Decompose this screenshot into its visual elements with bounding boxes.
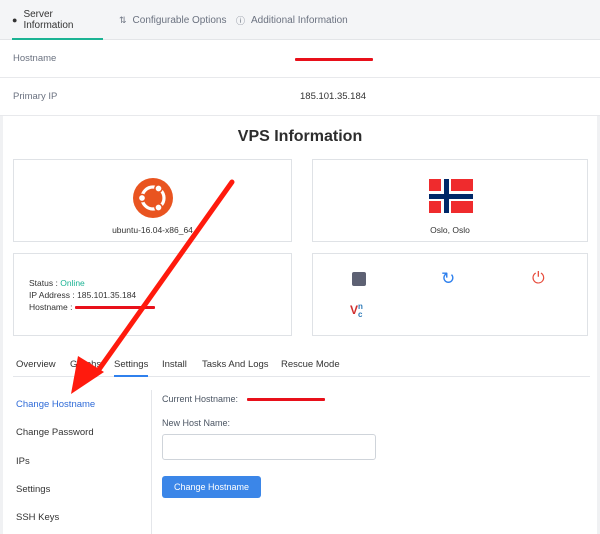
stop-icon[interactable] xyxy=(352,272,366,286)
location-card: Oslo, Oslo xyxy=(312,159,588,242)
hostname-value-redacted xyxy=(295,53,373,64)
tab-additional-information[interactable]: ⓘ Additional Information xyxy=(236,0,348,40)
tab-tasks-and-logs[interactable]: Tasks And Logs xyxy=(202,359,269,377)
tab-overview[interactable]: Overview xyxy=(16,359,56,377)
norway-flag-icon xyxy=(429,179,473,213)
ip-value: 185.101.35.184 xyxy=(77,290,137,300)
ip-label: IP Address : xyxy=(29,290,75,300)
power-icon[interactable]: ⏻ xyxy=(532,271,550,287)
actions-card: ↻ ⏻ Vn c xyxy=(312,253,588,336)
tab-settings[interactable]: Settings xyxy=(114,359,149,377)
tab-label: Server Information xyxy=(23,9,74,31)
status-card: Status : Online IP Address : 185.101.35.… xyxy=(13,253,292,336)
ubuntu-logo-icon xyxy=(133,178,173,218)
tab-graphs[interactable]: Graphs xyxy=(70,359,101,377)
hostname-label: Hostname xyxy=(13,53,57,64)
status-line: Status : Online xyxy=(29,277,155,289)
primary-ip-row: Primary IP 185.101.35.184 xyxy=(0,78,600,116)
hostname-line: Hostname : xyxy=(29,301,155,313)
status-hostname-label: Hostname : xyxy=(29,302,73,312)
location-name: Oslo, Oslo xyxy=(430,225,470,235)
change-hostname-button[interactable]: Change Hostname xyxy=(162,476,261,498)
new-host-name-label: New Host Name: xyxy=(162,418,231,428)
os-name: ubuntu-16.04-x86_64 xyxy=(112,225,193,235)
current-hostname-line: Current Hostname: xyxy=(162,394,325,404)
tab-label: Additional Information xyxy=(251,14,348,26)
redaction-mark xyxy=(295,58,373,61)
ip-line: IP Address : 185.101.35.184 xyxy=(29,289,155,301)
reboot-icon[interactable]: ↻ xyxy=(441,270,459,287)
new-host-name-input[interactable] xyxy=(162,434,376,460)
primary-ip-value: 185.101.35.184 xyxy=(300,91,367,102)
redaction-mark xyxy=(74,306,155,310)
current-hostname-label: Current Hostname: xyxy=(162,394,239,404)
status-details: Status : Online IP Address : 185.101.35.… xyxy=(29,277,155,313)
status-value: Online xyxy=(60,278,85,288)
redaction-mark xyxy=(246,398,325,402)
tab-configurable-options[interactable]: ⇅ Configurable Options xyxy=(119,0,227,40)
primary-ip-label: Primary IP xyxy=(13,91,58,102)
sliders-icon: ⇅ xyxy=(119,14,127,25)
settings-side-menu: Change Hostname Change Password IPs Sett… xyxy=(0,390,152,534)
menu-change-password[interactable]: Change Password xyxy=(16,427,94,438)
hostname-row: Hostname xyxy=(0,40,600,78)
tab-rescue-mode[interactable]: Rescue Mode xyxy=(281,359,340,377)
menu-change-hostname[interactable]: Change Hostname xyxy=(16,399,95,410)
menu-settings[interactable]: Settings xyxy=(16,484,50,495)
menu-ssh-keys[interactable]: SSH Keys xyxy=(16,512,59,523)
vnc-icon[interactable]: Vn c xyxy=(350,303,374,319)
tab-install[interactable]: Install xyxy=(162,359,187,377)
menu-ips[interactable]: IPs xyxy=(16,456,30,467)
map-pin-icon: ● xyxy=(12,15,18,25)
tab-label: Configurable Options xyxy=(132,14,227,26)
info-icon: ⓘ xyxy=(236,15,246,26)
vps-title: VPS Information xyxy=(237,128,363,145)
tab-server-information[interactable]: ● Server Information xyxy=(12,0,103,40)
top-tab-bar: ● Server Information ⇅ Configurable Opti… xyxy=(0,0,600,40)
status-label: Status : xyxy=(29,278,58,288)
settings-tab-bar: Overview Graphs Settings Install Tasks A… xyxy=(13,359,590,377)
os-card: ubuntu-16.04-x86_64 xyxy=(13,159,292,242)
